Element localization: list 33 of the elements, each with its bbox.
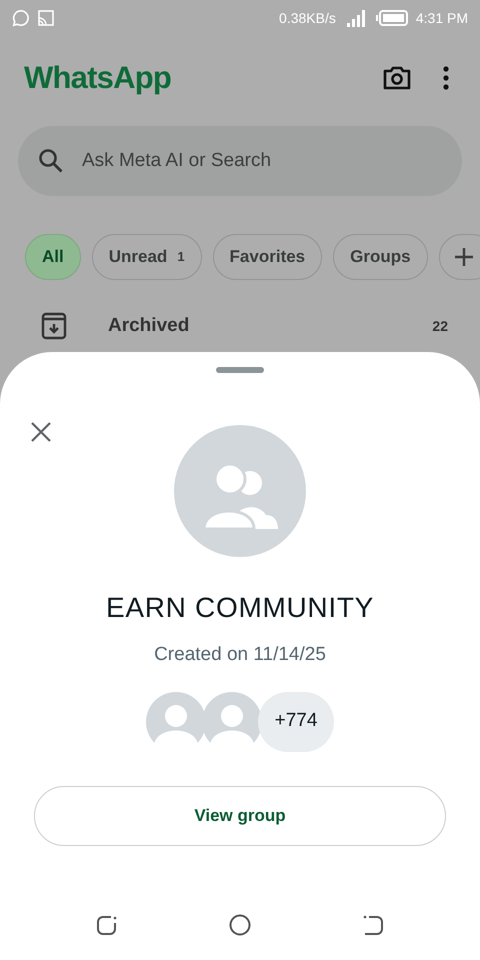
archive-icon: [40, 312, 68, 340]
archived-count: 22: [432, 316, 448, 336]
plus-icon: [454, 247, 474, 267]
whatsapp-icon: [12, 9, 30, 27]
member-avatar-icon: [146, 692, 206, 752]
group-name: EARN COMMUNITY: [106, 591, 374, 625]
close-icon[interactable]: [30, 421, 52, 443]
clock-time: 4:31 PM: [416, 8, 468, 28]
search-field[interactable]: Ask Meta AI or Search: [18, 126, 462, 196]
network-speed: 0.38KB/s: [279, 8, 336, 28]
archived-label[interactable]: Archived: [108, 312, 190, 340]
camera-icon[interactable]: [382, 65, 412, 91]
recent-apps-icon[interactable]: [96, 914, 118, 936]
add-filter-button[interactable]: [438, 234, 480, 280]
battery-icon: [376, 10, 408, 26]
member-avatar-icon: [202, 692, 262, 752]
app-title: WhatsApp: [24, 58, 172, 97]
filter-chip[interactable]: Groups: [333, 234, 428, 280]
member-count-badge: +774: [258, 692, 334, 752]
search-placeholder: Ask Meta AI or Search: [82, 148, 272, 173]
drag-handle[interactable]: [216, 367, 264, 373]
home-icon[interactable]: [229, 914, 251, 936]
signal-icon: [346, 8, 368, 28]
search-icon: [38, 148, 64, 174]
more-options-icon[interactable]: [442, 66, 450, 90]
back-icon[interactable]: [362, 914, 384, 936]
filter-chip[interactable]: All: [25, 234, 81, 280]
created-date: Created on 11/14/25: [154, 643, 326, 667]
cast-icon: [38, 10, 54, 26]
filter-chip[interactable]: Unread 1: [92, 234, 202, 280]
filter-chip[interactable]: Favorites: [212, 234, 322, 280]
view-group-button[interactable]: View group: [34, 786, 446, 846]
group-avatar-icon: [174, 425, 306, 557]
